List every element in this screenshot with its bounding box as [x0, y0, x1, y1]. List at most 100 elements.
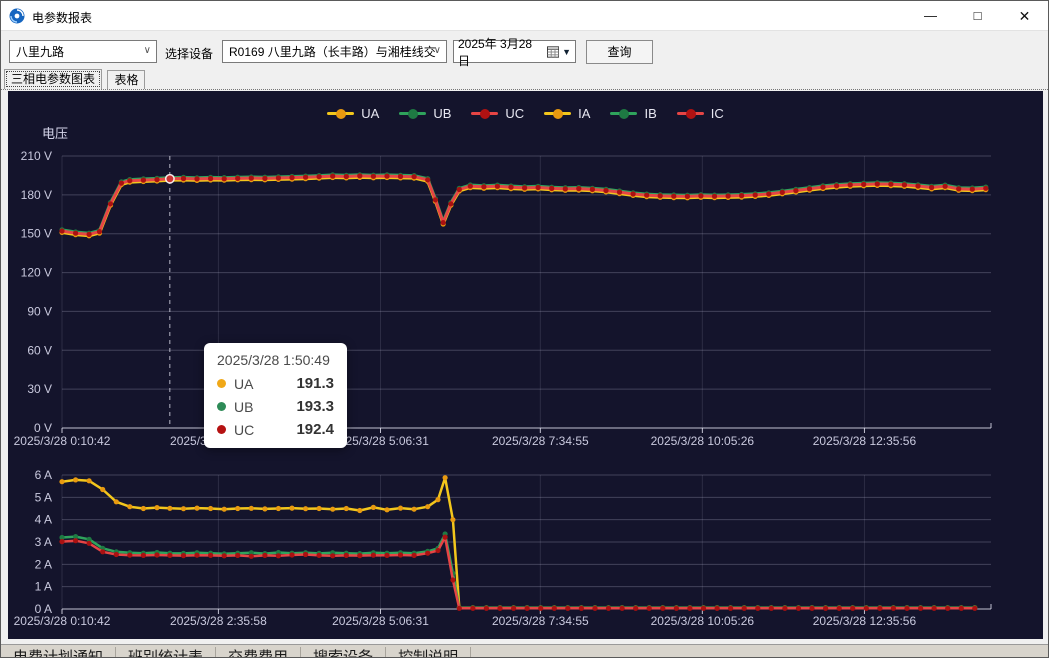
svg-text:2025/3/28 12:35:56: 2025/3/28 12:35:56: [813, 614, 917, 628]
legend-marker-icon: [610, 112, 637, 115]
svg-text:2025/3/28 7:34:55: 2025/3/28 7:34:55: [492, 434, 589, 448]
background-window-tab[interactable]: 班别统计表: [116, 647, 216, 657]
legend-marker-icon: [471, 112, 498, 115]
app-icon: [9, 8, 25, 24]
window-title: 电参数报表: [32, 9, 92, 26]
svg-text:30 V: 30 V: [27, 382, 52, 396]
legend-item-UC[interactable]: UC: [471, 106, 524, 121]
chevron-down-icon: ∨: [434, 45, 441, 56]
legend-item-IA[interactable]: IA: [544, 106, 590, 121]
svg-text:1 A: 1 A: [35, 580, 52, 594]
svg-text:90 V: 90 V: [27, 304, 52, 318]
background-window-tab[interactable]: 交费费用: [216, 647, 301, 657]
legend-dot-icon: [686, 109, 696, 119]
date-picker-value: 2025年 3月28日: [458, 35, 539, 69]
grid: 0 V 30 V 60 V 90 V 120 V 150 V 180 V 210 V 2025/…: [14, 149, 991, 448]
device-select[interactable]: R0169 八里九路（长丰路）与湘桂线交 ∨: [222, 40, 447, 63]
legend-dot-icon: [408, 109, 418, 119]
legend-dot-icon: [619, 109, 629, 119]
svg-text:6 A: 6 A: [35, 468, 52, 482]
tooltip-series-value: 191.3: [296, 375, 334, 392]
titlebar[interactable]: 电参数报表 — □ ✕: [1, 1, 1048, 31]
svg-text:2025/3/28 0:10:42: 2025/3/28 0:10:42: [14, 434, 111, 448]
toolbar: 八里九路 ∨ 选择设备 R0169 八里九路（长丰路）与湘桂线交 ∨ 2025年…: [1, 31, 1048, 69]
svg-text:2025/3/28 5:06:31: 2025/3/28 5:06:31: [332, 614, 429, 628]
dropdown-arrow-icon[interactable]: ▼: [562, 47, 571, 57]
tabstrip: 三相电参数图表 表格: [4, 69, 146, 89]
legend-item-UB[interactable]: UB: [399, 106, 451, 121]
series-IC: [59, 535, 977, 611]
background-window-tab[interactable]: 搜索设备: [301, 647, 386, 657]
calendar-icon: [547, 46, 559, 58]
legend-label: UB: [433, 106, 451, 121]
legend-marker-icon: [399, 112, 426, 115]
legend-label: IC: [711, 106, 724, 121]
tooltip-dot-icon: [217, 425, 226, 434]
device-label: 选择设备: [165, 45, 213, 62]
svg-text:2025/3/28 10:05:26: 2025/3/28 10:05:26: [651, 614, 755, 628]
svg-text:150 V: 150 V: [21, 227, 52, 241]
legend-item-IC[interactable]: IC: [677, 106, 724, 121]
tooltip-row: UA 191.3: [217, 375, 334, 392]
legend-marker-icon: [544, 112, 571, 115]
tooltip-series-name: UC: [234, 422, 254, 438]
area-select-value: 八里九路: [16, 43, 64, 60]
device-select-value: R0169 八里九路（长丰路）与湘桂线交: [229, 43, 436, 60]
app-window: 电参数报表 — □ ✕ 八里九路 ∨ 选择设备 R0169 八里九路（长丰路）与…: [0, 0, 1049, 658]
legend-label: UA: [361, 106, 379, 121]
chart-panel: UA UB UC IA IB IC 0 V 30 V 60 V 90 V 120 V 150 V 18…: [8, 91, 1043, 639]
svg-text:4 A: 4 A: [35, 513, 52, 527]
background-window-tab[interactable]: 电费计划通知: [1, 647, 116, 657]
query-button[interactable]: 查询: [586, 40, 653, 64]
date-picker[interactable]: 2025年 3月28日 ▼: [453, 40, 576, 63]
minimize-button[interactable]: —: [907, 1, 954, 31]
background-window-tab[interactable]: 控制说明: [386, 647, 471, 657]
svg-text:2025/3/28 0:10:42: 2025/3/28 0:10:42: [14, 614, 111, 628]
legend-label: IB: [644, 106, 656, 121]
svg-text:180 V: 180 V: [21, 188, 52, 202]
tabpage: UA UB UC IA IB IC 0 V 30 V 60 V 90 V 120 V 150 V 18…: [1, 89, 1048, 657]
chart-tooltip: 2025/3/28 1:50:49 UA191.3UB193.3UC192.4: [204, 343, 347, 448]
svg-text:210 V: 210 V: [21, 149, 52, 163]
legend-marker-icon: [677, 112, 704, 115]
svg-text:0 V: 0 V: [34, 421, 52, 435]
svg-text:2025/3/28 2:35:58: 2025/3/28 2:35:58: [170, 614, 267, 628]
series-IA: [59, 475, 977, 610]
legend-label: UC: [505, 106, 524, 121]
tooltip-series-name: UB: [234, 399, 253, 415]
tooltip-row: UB 193.3: [217, 398, 334, 415]
current-chart[interactable]: 0 A1 A2 A3 A4 A5 A6 A2025/3/28 0:10:4220…: [8, 462, 1043, 639]
svg-text:2 A: 2 A: [35, 557, 52, 571]
legend-item-IB[interactable]: IB: [610, 106, 656, 121]
tooltip-dot-icon: [217, 402, 226, 411]
area-select[interactable]: 八里九路 ∨: [9, 40, 157, 63]
grid: 0 A1 A2 A3 A4 A5 A6 A2025/3/28 0:10:4220…: [14, 468, 991, 628]
svg-text:60 V: 60 V: [27, 343, 52, 357]
tooltip-dot-icon: [217, 379, 226, 388]
series-UC: [59, 173, 988, 237]
svg-text:3 A: 3 A: [35, 535, 52, 549]
svg-text:120 V: 120 V: [21, 266, 52, 280]
legend-dot-icon: [553, 109, 563, 119]
series-IB: [59, 531, 977, 610]
svg-text:2025/3/28 10:05:26: 2025/3/28 10:05:26: [651, 434, 755, 448]
tooltip-series-name: UA: [234, 376, 253, 392]
voltage-chart[interactable]: 0 V 30 V 60 V 90 V 120 V 150 V 180 V 210 V 2025/…: [8, 127, 1043, 462]
tooltip-series-value: 192.4: [296, 421, 334, 438]
axis-title: 电压: [42, 127, 68, 141]
maximize-button[interactable]: □: [954, 1, 1001, 31]
legend-item-UA[interactable]: UA: [327, 106, 379, 121]
tab-chart[interactable]: 三相电参数图表: [4, 69, 102, 89]
highlighted-point: [166, 175, 174, 183]
svg-text:2025/3/28 12:35:56: 2025/3/28 12:35:56: [813, 434, 917, 448]
chevron-down-icon: ∨: [144, 45, 151, 56]
close-button[interactable]: ✕: [1001, 1, 1048, 31]
background-window-strip: 电费计划通知班别统计表交费费用搜索设备控制说明: [1, 644, 1048, 657]
svg-text:5 A: 5 A: [35, 490, 52, 504]
tooltip-row: UC 192.4: [217, 421, 334, 438]
legend-marker-icon: [327, 112, 354, 115]
tooltip-series-value: 193.3: [296, 398, 334, 415]
tab-table[interactable]: 表格: [107, 70, 145, 89]
legend-dot-icon: [336, 109, 346, 119]
svg-text:2025/3/28 7:34:55: 2025/3/28 7:34:55: [492, 614, 589, 628]
